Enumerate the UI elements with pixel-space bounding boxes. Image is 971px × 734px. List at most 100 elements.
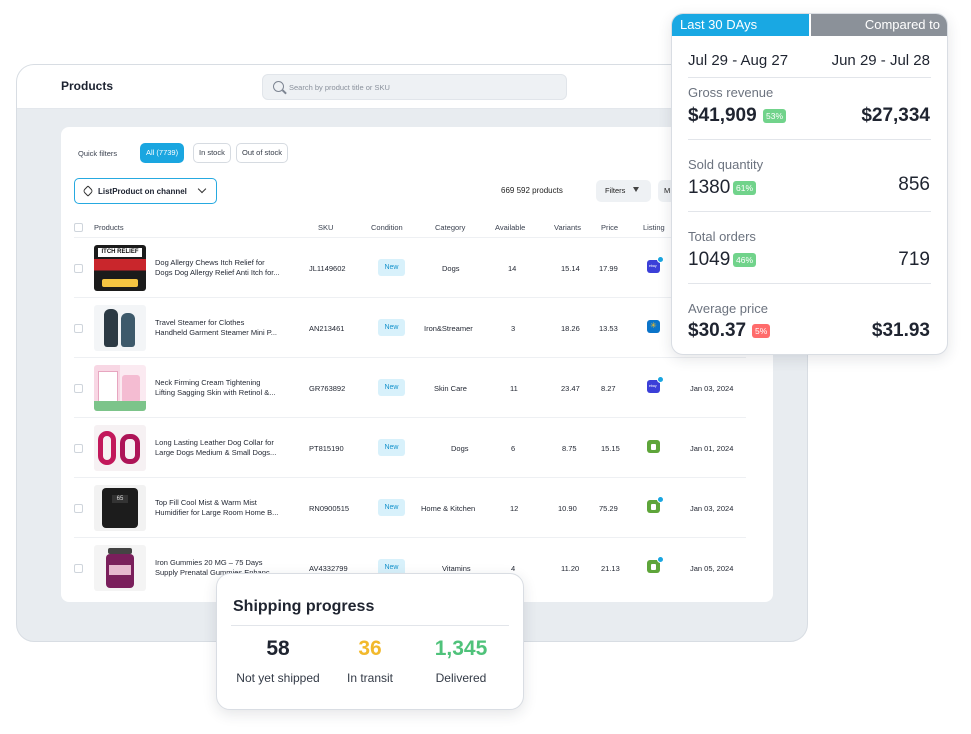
- change-badge: 46%: [733, 253, 757, 267]
- col-condition: Condition: [371, 223, 403, 232]
- product-name-line2: Dogs Dog Allergy Relief Anti Itch for...: [155, 268, 280, 277]
- condition-badge: New: [378, 439, 405, 456]
- product-name-line2: Handheld Garment Steamer Mini P...: [155, 328, 278, 337]
- product-name-line1: Travel Steamer for Clothes: [155, 318, 245, 327]
- period-compare-tab[interactable]: Compared to: [811, 14, 947, 36]
- sku-cell: GR763892: [309, 384, 346, 393]
- category-cell: Dogs: [442, 264, 460, 273]
- page-title: Products: [61, 79, 114, 93]
- product-count: 669 592 products: [501, 186, 563, 195]
- available-cell: 3: [511, 324, 516, 333]
- product-name: Travel Steamer for Clothes Handheld Garm…: [155, 318, 297, 338]
- page: Products Quick filters All (7739) In sto…: [0, 0, 971, 734]
- list-on-channel-dropdown[interactable]: ListProduct on channel: [74, 178, 217, 204]
- listing-date-cell: Jan 03, 2024: [690, 504, 734, 513]
- table-row[interactable]: Neck Firming Cream Tightening Lifting Sa…: [74, 357, 746, 417]
- product-name-line1: Neck Firming Cream Tightening: [155, 378, 261, 387]
- product-name: Dog Allergy Chews Itch Relief for Dogs D…: [155, 258, 297, 278]
- filters-button-label: Filters: [605, 186, 626, 195]
- shopify-icon[interactable]: [647, 556, 664, 573]
- condition-badge: New: [378, 379, 405, 396]
- row-checkbox[interactable]: [74, 324, 83, 333]
- available-cell: 12: [510, 504, 519, 513]
- row-checkbox[interactable]: [74, 384, 83, 393]
- search-input[interactable]: [289, 78, 559, 96]
- condition-badge: New: [378, 259, 405, 276]
- product-name: Long Lasting Leather Dog Collar for Larg…: [155, 438, 297, 458]
- filters-button[interactable]: Filters: [596, 180, 651, 202]
- ebay-icon[interactable]: [647, 376, 664, 393]
- tag-icon: [82, 185, 94, 197]
- col-category: Category: [435, 223, 466, 232]
- category-cell: Skin Care: [434, 384, 467, 393]
- period-current-tab[interactable]: Last 30 DAys: [672, 14, 809, 36]
- table-row[interactable]: ITCH RELIEF Dog Allergy Chews Itch Relie…: [74, 237, 746, 297]
- in-transit-label: In transit: [346, 671, 394, 685]
- category-cell: Vitamins: [442, 564, 471, 573]
- product-name-line1: Top Fill Cool Mist & Warm Mist: [155, 498, 257, 507]
- variants-cell: 23.47: [561, 384, 580, 393]
- not-shipped-label: Not yet shipped: [236, 671, 320, 685]
- in-transit-value: 36: [358, 637, 382, 660]
- filter-icon: [633, 187, 639, 192]
- metric-previous: 856: [898, 174, 930, 195]
- divider: [688, 211, 931, 212]
- product-image: 65: [94, 485, 146, 531]
- ebay-icon[interactable]: [647, 256, 664, 273]
- variants-cell: 18.26: [561, 324, 580, 333]
- stats-comparison-card: Last 30 DAys Compared to Jul 29 - Aug 27…: [671, 13, 948, 355]
- available-cell: 11: [510, 384, 518, 393]
- product-image: [94, 365, 146, 411]
- listing-date-cell: Jan 03, 2024: [690, 384, 734, 393]
- product-name-line1: Long Lasting Leather Dog Collar for: [155, 438, 274, 447]
- variants-cell: 8.75: [562, 444, 577, 453]
- col-products: Products: [94, 223, 124, 232]
- delivered-label: Delivered: [435, 671, 487, 685]
- sku-cell: JL1149602: [309, 264, 346, 273]
- row-checkbox[interactable]: [74, 264, 83, 273]
- metric-current: 1049: [688, 249, 731, 270]
- metric-label: Gross revenue: [688, 85, 774, 100]
- listing-date-cell: Jan 01, 2024: [690, 444, 734, 453]
- product-name: Neck Firming Cream Tightening Lifting Sa…: [155, 378, 297, 398]
- sku-cell: AV4332799: [309, 564, 348, 573]
- row-checkbox[interactable]: [74, 504, 83, 513]
- divider: [688, 139, 931, 140]
- search-bar[interactable]: [262, 74, 567, 100]
- product-image: [94, 425, 146, 471]
- col-sku: SKU: [318, 223, 334, 232]
- not-shipped-value: 58: [266, 637, 290, 660]
- sku-cell: PT815190: [309, 444, 344, 453]
- walmart-icon[interactable]: [647, 320, 660, 333]
- shipping-progress-card: Shipping progress 58 Not yet shipped 36 …: [216, 573, 524, 710]
- col-price: Price: [601, 223, 619, 232]
- chip-out-of-stock[interactable]: Out of stock: [236, 143, 289, 163]
- variants-cell: 10.90: [558, 504, 577, 513]
- row-checkbox[interactable]: [74, 444, 83, 453]
- chevron-down-icon: [197, 184, 207, 194]
- product-name-line1: Dog Allergy Chews Itch Relief for: [155, 258, 265, 267]
- price-cell: 75.29: [599, 504, 618, 513]
- select-all-checkbox[interactable]: [74, 223, 83, 232]
- sku-cell: RN0900515: [309, 504, 350, 513]
- category-cell: Iron&Streamer: [424, 324, 473, 333]
- table-row[interactable]: 65 Top Fill Cool Mist & Warm Mist Humidi…: [74, 477, 746, 537]
- chip-all[interactable]: All (7739): [140, 143, 185, 163]
- shopify-icon[interactable]: [647, 496, 664, 513]
- products-panel: Quick filters All (7739) In stock Out of…: [61, 127, 773, 602]
- divider: [688, 77, 931, 78]
- available-cell: 4: [511, 564, 516, 573]
- quick-filters-label: Quick filters: [78, 149, 118, 158]
- row-checkbox[interactable]: [74, 564, 83, 573]
- chip-in-stock[interactable]: In stock: [193, 143, 231, 163]
- shopify-icon[interactable]: [647, 440, 660, 453]
- metric-current: $30.37: [688, 320, 747, 341]
- product-name-line1: Iron Gummies 20 MG – 75 Days: [155, 558, 263, 567]
- category-cell: Dogs: [451, 444, 469, 453]
- shipping-title: Shipping progress: [233, 598, 375, 615]
- table-row[interactable]: Travel Steamer for Clothes Handheld Garm…: [74, 297, 746, 357]
- table-row[interactable]: Long Lasting Leather Dog Collar for Larg…: [74, 417, 746, 477]
- product-name-line2: Large Dogs Medium & Small Dogs...: [155, 448, 277, 457]
- price-cell: 15.15: [601, 444, 620, 453]
- sku-cell: AN213461: [309, 324, 345, 333]
